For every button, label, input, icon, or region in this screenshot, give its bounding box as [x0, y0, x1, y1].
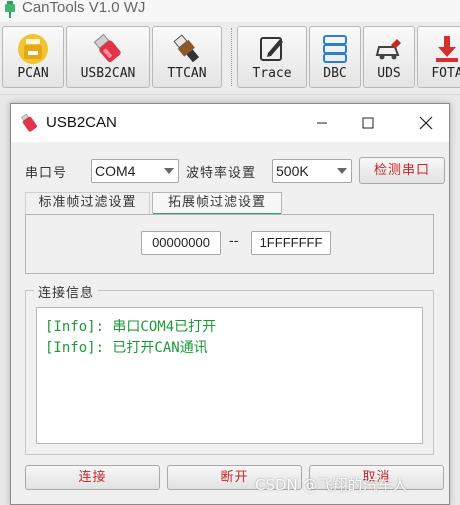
- app-logo-icon: [5, 1, 15, 18]
- baud-rate-select[interactable]: 500K: [272, 159, 352, 183]
- filter-start-input[interactable]: 00000000: [141, 231, 221, 255]
- usb-drive-icon: [93, 33, 121, 63]
- usb2can-label: USB2CAN: [80, 66, 136, 81]
- chevron-down-icon: [164, 168, 174, 174]
- uds-button[interactable]: UDS: [363, 26, 415, 88]
- edit-icon: [260, 37, 283, 61]
- connect-button[interactable]: 连接: [25, 465, 160, 490]
- usb2can-button[interactable]: USB2CAN: [66, 26, 150, 88]
- baud-rate-label: 波特率设置: [186, 166, 257, 181]
- usb-plug-icon: [173, 34, 200, 63]
- trace-button[interactable]: Trace: [237, 26, 307, 88]
- pcan-label: PCAN: [17, 66, 49, 81]
- baud-rate-value: 500K: [276, 163, 309, 179]
- serial-port-label: 串口号: [25, 166, 68, 181]
- download-icon: [436, 36, 458, 62]
- dialog-title-bar: USB2CAN: [11, 104, 449, 142]
- close-icon: [419, 116, 433, 130]
- app-title-bar: CanTools V1.0 WJ: [0, 0, 460, 22]
- log-line: [Info]: 已打开CAN通讯: [45, 340, 208, 356]
- tab-standard-frame-filter[interactable]: 标准帧过滤设置: [25, 192, 150, 214]
- filter-tab-panel: 00000000 -- 1FFFFFFF: [25, 214, 434, 274]
- fota-button[interactable]: FOTA: [417, 26, 460, 88]
- dialog-title: USB2CAN: [46, 114, 117, 131]
- detect-serial-button[interactable]: 检测串口: [359, 157, 445, 184]
- trace-label: Trace: [252, 66, 292, 81]
- filter-end-input[interactable]: 1FFFFFFF: [251, 231, 331, 255]
- minimize-button[interactable]: [299, 104, 345, 142]
- minimize-icon: [317, 122, 327, 124]
- close-button[interactable]: [403, 104, 449, 142]
- fota-label: FOTA: [431, 66, 460, 81]
- toolbar-separator: [231, 28, 234, 86]
- maximize-icon: [362, 117, 374, 129]
- database-icon: [323, 35, 347, 63]
- connection-info-label: 连接信息: [34, 282, 99, 301]
- dbc-label: DBC: [323, 66, 347, 81]
- filter-range-separator: --: [229, 234, 239, 249]
- serial-port-value: COM4: [95, 163, 136, 179]
- dbc-button[interactable]: DBC: [309, 26, 361, 88]
- tab-extended-frame-filter[interactable]: 拓展帧过滤设置: [152, 192, 282, 215]
- serial-port-select[interactable]: COM4: [91, 159, 179, 183]
- app-title: CanTools V1.0 WJ: [22, 0, 146, 16]
- pcan-button[interactable]: PCAN: [2, 26, 64, 88]
- usb2can-dialog: USB2CAN 串口号 COM4 波特率设置 500K 检测串口 标准帧过滤设置…: [10, 103, 450, 505]
- ttcan-button[interactable]: TTCAN: [152, 26, 222, 88]
- maximize-button[interactable]: [345, 104, 391, 142]
- ttcan-label: TTCAN: [167, 66, 207, 81]
- connection-log[interactable]: [Info]: 串口COM4已打开 [Info]: 已打开CAN通讯: [36, 307, 423, 444]
- pcan-icon: [18, 34, 48, 64]
- log-line: [Info]: 串口COM4已打开: [45, 319, 217, 335]
- uds-label: UDS: [377, 66, 401, 81]
- watermark: CSDN @飞翔的汽车人: [255, 476, 408, 494]
- car-settings-icon: [375, 39, 401, 60]
- usb-drive-icon: [21, 114, 37, 132]
- connection-info-group: 连接信息 [Info]: 串口COM4已打开 [Info]: 已打开CAN通讯: [25, 282, 434, 455]
- chevron-down-icon: [337, 168, 347, 174]
- main-toolbar: PCAN USB2CAN TTCAN Trace DBC UDS FOTA: [0, 22, 460, 95]
- tab-extended-frame-filter-label: 拓展帧过滤设置: [167, 195, 266, 210]
